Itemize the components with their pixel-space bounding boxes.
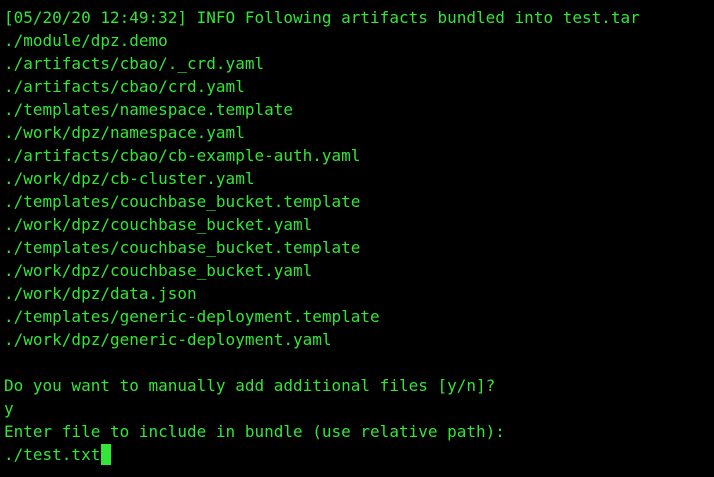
- file-line: ./work/dpz/namespace.yaml: [4, 123, 245, 142]
- add-files-prompt: Do you want to manually add additional f…: [4, 376, 496, 395]
- text-cursor: [101, 444, 112, 465]
- file-line: ./templates/generic-deployment.template: [4, 307, 380, 326]
- file-line: ./work/dpz/couchbase_bucket.yaml: [4, 261, 313, 280]
- file-line: ./work/dpz/generic-deployment.yaml: [4, 330, 332, 349]
- file-line: ./module/dpz.demo: [4, 31, 168, 50]
- add-files-answer: y: [4, 399, 14, 418]
- file-line: ./templates/couchbase_bucket.template: [4, 192, 361, 211]
- file-line: ./work/dpz/cb-cluster.yaml: [4, 169, 255, 188]
- file-line: ./templates/namespace.template: [4, 100, 293, 119]
- file-line: ./artifacts/cbao/cb-example-auth.yaml: [4, 146, 361, 165]
- terminal-window[interactable]: [05/20/20 12:49:32] INFO Following artif…: [0, 0, 714, 477]
- file-line: ./templates/couchbase_bucket.template: [4, 238, 361, 257]
- command-input-line[interactable]: ./test.txt: [4, 443, 714, 466]
- file-prompt: Enter file to include in bundle (use rel…: [4, 422, 505, 441]
- log-header: [05/20/20 12:49:32] INFO Following artif…: [4, 8, 640, 27]
- command-input-text[interactable]: ./test.txt: [4, 443, 100, 466]
- file-line: ./work/dpz/data.json: [4, 284, 197, 303]
- file-line: ./artifacts/cbao/crd.yaml: [4, 77, 245, 96]
- file-line: ./artifacts/cbao/._crd.yaml: [4, 54, 265, 73]
- file-line: ./work/dpz/couchbase_bucket.yaml: [4, 215, 313, 234]
